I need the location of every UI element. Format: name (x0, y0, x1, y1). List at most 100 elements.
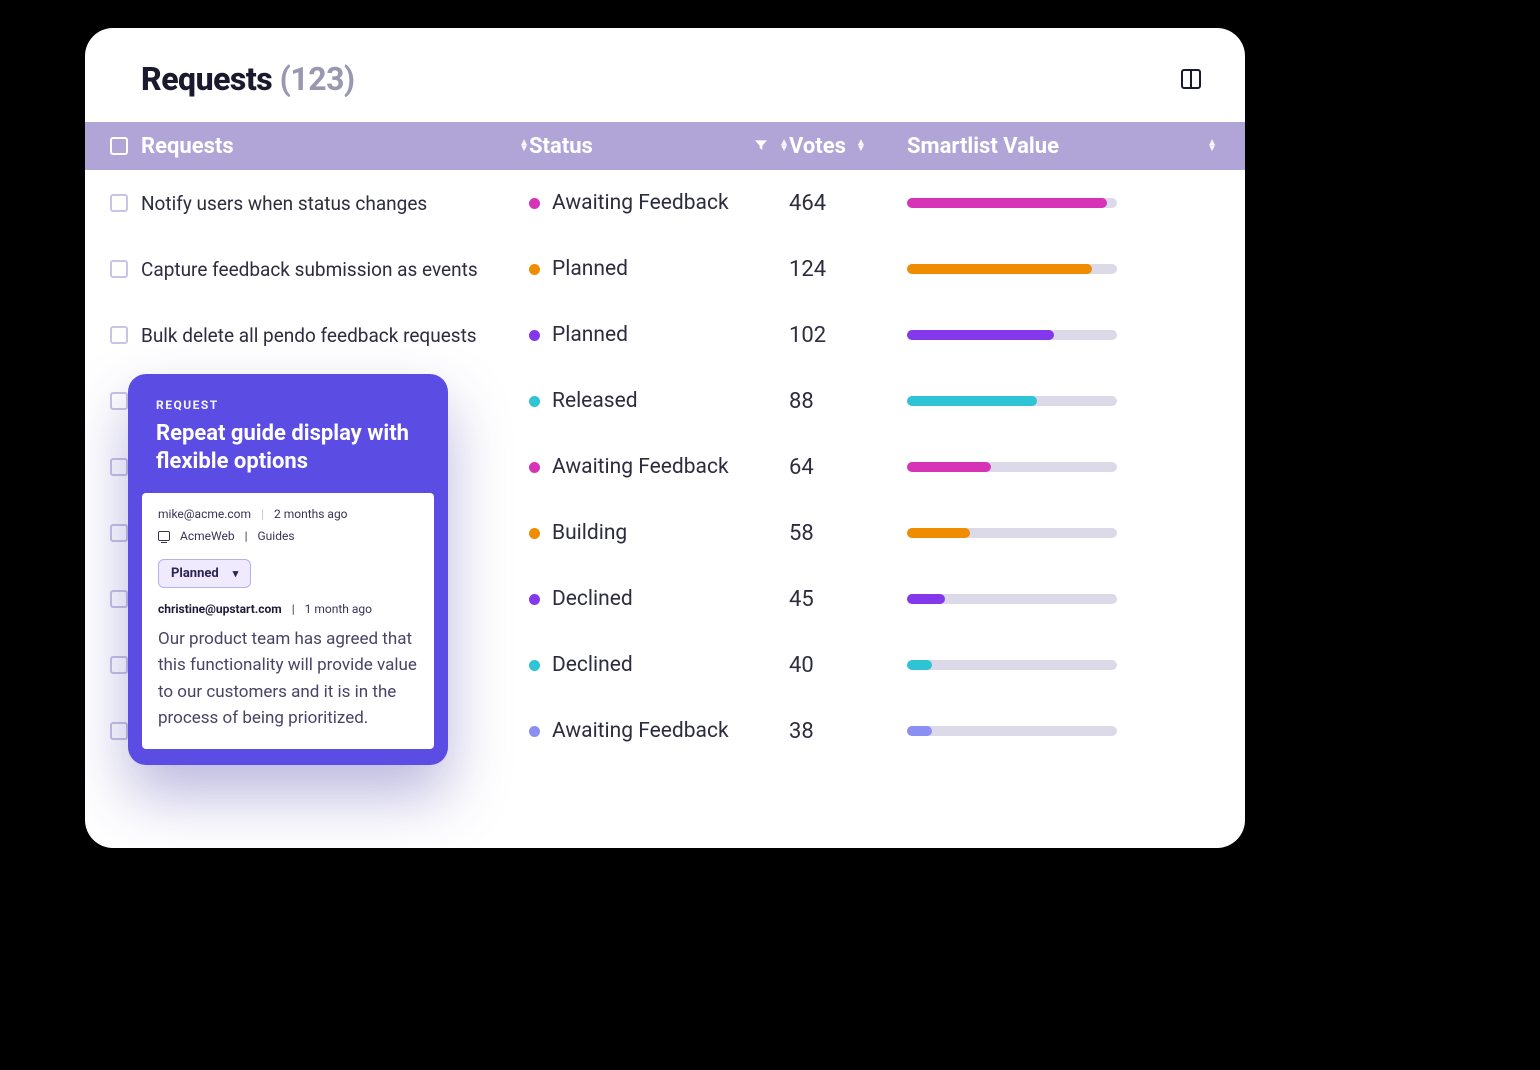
row-checkbox[interactable] (110, 722, 128, 740)
status-dot-icon (529, 660, 540, 671)
status-dot-icon (529, 528, 540, 539)
smartlist-bar-fill (907, 264, 1092, 274)
sort-icon[interactable]: ▲▼ (519, 140, 529, 152)
row-checkbox[interactable] (110, 326, 128, 344)
request-title: Notify users when status changes (141, 192, 529, 215)
votes-cell: 88 (789, 389, 907, 414)
status-text: Declined (552, 587, 633, 611)
row-checkbox-cell (97, 326, 141, 344)
select-all-checkbox[interactable] (110, 137, 128, 155)
status-text: Planned (552, 323, 628, 347)
votes-cell: 38 (789, 719, 907, 744)
votes-cell: 40 (789, 653, 907, 678)
author-time: 2 months ago (274, 507, 348, 521)
separator: | (245, 529, 248, 543)
row-checkbox[interactable] (110, 392, 128, 410)
status-text: Declined (552, 653, 633, 677)
row-checkbox[interactable] (110, 458, 128, 476)
sort-icon[interactable]: ▲▼ (856, 140, 866, 152)
columns-toggle-icon[interactable] (1181, 69, 1201, 89)
row-checkbox[interactable] (110, 260, 128, 278)
smartlist-cell (907, 594, 1245, 604)
status-cell: Awaiting Feedback (529, 191, 789, 215)
page-title: Requests (123) (141, 60, 355, 98)
smartlist-bar (907, 330, 1117, 340)
card-app-meta: AcmeWeb | Guides (158, 529, 418, 543)
status-cell: Planned (529, 257, 789, 281)
status-cell: Building (529, 521, 789, 545)
column-label: Status (529, 134, 593, 159)
status-dot-icon (529, 396, 540, 407)
column-header-status[interactable]: Status ▲▼ (529, 134, 789, 159)
table-row[interactable]: Bulk delete all pendo feedback requestsP… (85, 302, 1245, 368)
smartlist-bar-fill (907, 330, 1054, 340)
smartlist-cell (907, 198, 1245, 208)
status-label: Planned (171, 566, 219, 581)
card-body: mike@acme.com | 2 months ago AcmeWeb | G… (142, 493, 434, 749)
card-author-meta: mike@acme.com | 2 months ago (158, 507, 418, 521)
sort-icon[interactable]: ▲▼ (779, 140, 789, 152)
row-checkbox[interactable] (110, 524, 128, 542)
card-header: REQUEST Repeat guide display with flexib… (128, 374, 448, 493)
status-dropdown[interactable]: Planned ▾ (158, 559, 251, 588)
smartlist-bar (907, 198, 1117, 208)
smartlist-bar-fill (907, 396, 1037, 406)
smartlist-bar (907, 660, 1117, 670)
status-cell: Planned (529, 323, 789, 347)
smartlist-cell (907, 528, 1245, 538)
sort-icon[interactable]: ▲▼ (1207, 140, 1217, 152)
monitor-icon (158, 531, 170, 541)
column-label: Smartlist Value (907, 134, 1059, 159)
status-cell: Declined (529, 653, 789, 677)
status-text: Released (552, 389, 638, 413)
title-row: Requests (123) (85, 28, 1245, 122)
filter-icon[interactable] (753, 134, 769, 159)
request-detail-card: REQUEST Repeat guide display with flexib… (128, 374, 448, 765)
smartlist-cell (907, 396, 1245, 406)
smartlist-cell (907, 660, 1245, 670)
author-email: mike@acme.com (158, 507, 251, 521)
card-title: Repeat guide display with flexible optio… (156, 420, 420, 475)
smartlist-bar-fill (907, 726, 932, 736)
smartlist-bar (907, 594, 1117, 604)
table-row[interactable]: Notify users when status changesAwaiting… (85, 170, 1245, 236)
status-text: Planned (552, 257, 628, 281)
column-header-votes[interactable]: Votes ▲▼ (789, 134, 907, 159)
smartlist-bar-fill (907, 660, 932, 670)
column-header-smartlist[interactable]: Smartlist Value ▲▼ (907, 134, 1245, 159)
separator: | (261, 507, 264, 521)
status-cell: Awaiting Feedback (529, 719, 789, 743)
comment-text: Our product team has agreed that this fu… (158, 626, 418, 731)
column-label: Requests (141, 134, 234, 159)
column-label: Votes (789, 134, 846, 159)
status-text: Building (552, 521, 627, 545)
table-header: Requests ▲▼ Status ▲▼ Votes ▲▼ Smartlist… (85, 122, 1245, 170)
smartlist-bar-fill (907, 594, 945, 604)
smartlist-bar (907, 726, 1117, 736)
table-row[interactable]: Capture feedback submission as eventsPla… (85, 236, 1245, 302)
status-dot-icon (529, 726, 540, 737)
commenter-email: christine@upstart.com (158, 602, 282, 616)
card-eyebrow: REQUEST (156, 398, 420, 412)
smartlist-bar-fill (907, 462, 991, 472)
row-checkbox[interactable] (110, 194, 128, 212)
votes-cell: 102 (789, 323, 907, 348)
status-cell: Released (529, 389, 789, 413)
status-cell: Declined (529, 587, 789, 611)
status-dot-icon (529, 264, 540, 275)
smartlist-cell (907, 726, 1245, 736)
chevron-down-icon: ▾ (233, 567, 239, 580)
row-checkbox[interactable] (110, 656, 128, 674)
category: Guides (258, 529, 295, 543)
column-header-requests[interactable]: Requests ▲▼ (141, 134, 529, 159)
title-text: Requests (141, 60, 272, 98)
status-dot-icon (529, 330, 540, 341)
status-text: Awaiting Feedback (552, 455, 729, 479)
header-checkbox-cell (97, 137, 141, 155)
votes-cell: 124 (789, 257, 907, 282)
row-checkbox[interactable] (110, 590, 128, 608)
smartlist-bar-fill (907, 198, 1107, 208)
app-name: AcmeWeb (180, 529, 235, 543)
status-dot-icon (529, 198, 540, 209)
status-text: Awaiting Feedback (552, 719, 729, 743)
